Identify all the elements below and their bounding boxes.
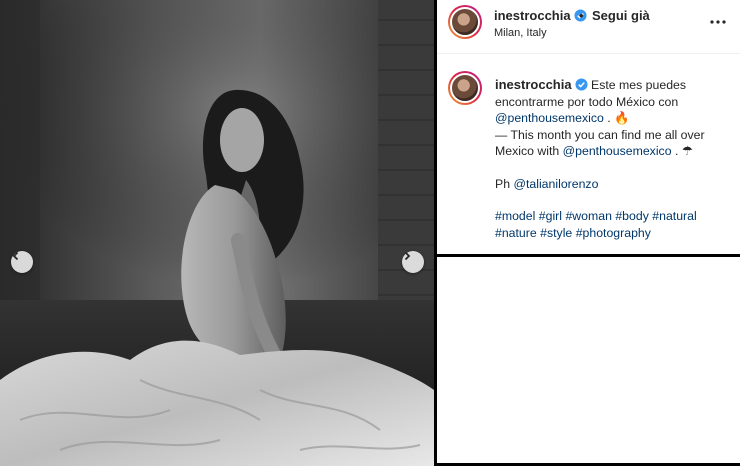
- photo-credit: Ph @talianilorenzo: [495, 176, 599, 191]
- more-options-icon[interactable]: [708, 16, 728, 28]
- mention-link[interactable]: @penthousemexico: [563, 144, 672, 158]
- chevron-left-icon: [12, 251, 19, 261]
- caption-avatar[interactable]: [448, 71, 482, 105]
- hashtag-link[interactable]: #nature: [495, 226, 537, 240]
- hashtag-link[interactable]: #natural: [652, 209, 696, 223]
- caption-line2-end: . ☂: [671, 144, 693, 158]
- hashtag-link[interactable]: #woman: [565, 209, 611, 223]
- hashtag-link[interactable]: #body: [615, 209, 649, 223]
- mention-link[interactable]: @penthousemexico: [495, 111, 604, 125]
- post-username[interactable]: inestrocchia: [494, 8, 587, 23]
- post-header: inestrocchia • Segui già Milan, Italy: [437, 0, 740, 54]
- caption-username[interactable]: inestrocchia: [495, 77, 588, 92]
- carousel-prev-button[interactable]: [11, 251, 33, 273]
- credit-mention-link[interactable]: @talianilorenzo: [513, 177, 598, 191]
- caption-text: inestrocchia Este mes puedes encontrarme…: [495, 77, 735, 241]
- hashtag-link[interactable]: #girl: [539, 209, 562, 223]
- avatar[interactable]: [448, 5, 482, 39]
- post-location[interactable]: Milan, Italy: [494, 27, 547, 39]
- horizontal-divider: [434, 254, 740, 257]
- verified-badge-icon: [575, 78, 588, 91]
- follow-button[interactable]: Segui già: [592, 8, 650, 23]
- chevron-right-icon: [404, 251, 411, 261]
- post-caption: inestrocchia Este mes puedes encontrarme…: [437, 55, 740, 254]
- photo-image: [0, 0, 434, 466]
- hashtag-link[interactable]: #model: [495, 209, 535, 223]
- caption-line1-end: . 🔥: [603, 111, 630, 125]
- post-photo[interactable]: [0, 0, 434, 466]
- carousel-next-button[interactable]: [402, 251, 424, 273]
- hashtag-link[interactable]: #photography: [576, 226, 651, 240]
- hashtag-link[interactable]: #style: [540, 226, 572, 240]
- header-separator: •: [579, 8, 584, 23]
- hashtag-list: #model #girl #woman #body #natural #natu…: [495, 208, 735, 241]
